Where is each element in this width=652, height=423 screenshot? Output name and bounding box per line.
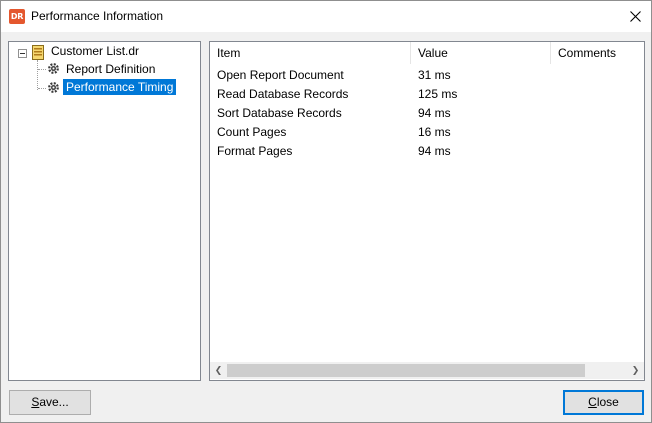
save-label: ave... [39,395,69,409]
list-header: Item Value Comments [210,42,644,64]
list-row[interactable]: Format Pages 94 ms [210,142,644,161]
horizontal-scrollbar[interactable]: ❮ ❯ [210,362,644,379]
row-value: 31 ms [418,68,451,82]
row-value: 125 ms [418,87,458,101]
window-title: Performance Information [31,9,164,23]
collapse-toggle-icon[interactable] [18,49,27,58]
report-tree: Customer List.dr Report Definition Perfo… [8,41,201,381]
row-value: 16 ms [418,125,451,139]
app-icon: DR [9,9,25,24]
list-row[interactable]: Sort Database Records 94 ms [210,104,644,123]
save-button[interactable]: Save... [9,390,91,415]
tree-root-label: Customer List.dr [51,44,140,58]
row-item: Count Pages [217,125,287,139]
tree-item-performance-timing[interactable]: Performance Timing [63,79,177,95]
close-button[interactable]: Close [563,390,644,415]
tree-root-customer-list[interactable]: Customer List.dr [51,44,139,58]
scrollbar-thumb[interactable] [227,364,585,377]
list-row[interactable]: Open Report Document 31 ms [210,66,644,85]
tree-item-report-definition[interactable]: Report Definition [66,62,155,76]
column-header-item[interactable]: Item [210,42,411,64]
performance-list: Item Value Comments Open Report Document… [209,41,645,381]
close-hotkey: C [588,395,597,409]
column-header-comments[interactable]: Comments [551,42,644,64]
report-document-icon [32,45,44,63]
title-bar: DR Performance Information [1,1,651,32]
row-item: Format Pages [217,144,293,158]
gear-icon [47,62,60,78]
list-row[interactable]: Read Database Records 125 ms [210,85,644,104]
list-row[interactable]: Count Pages 16 ms [210,123,644,142]
row-value: 94 ms [418,106,451,120]
tree-item-label: Report Definition [66,62,156,76]
scroll-left-icon[interactable]: ❮ [210,362,227,379]
gear-icon [47,81,60,97]
scroll-right-icon[interactable]: ❯ [627,362,644,379]
close-icon[interactable] [620,2,650,31]
row-item: Open Report Document [217,68,344,82]
close-label: lose [596,395,619,409]
performance-information-dialog: DR Performance Information Customer List… [0,0,652,423]
row-item: Sort Database Records [217,106,342,120]
tree-item-label: Performance Timing [63,79,177,95]
column-header-value[interactable]: Value [411,42,551,64]
row-item: Read Database Records [217,87,349,101]
row-value: 94 ms [418,144,451,158]
